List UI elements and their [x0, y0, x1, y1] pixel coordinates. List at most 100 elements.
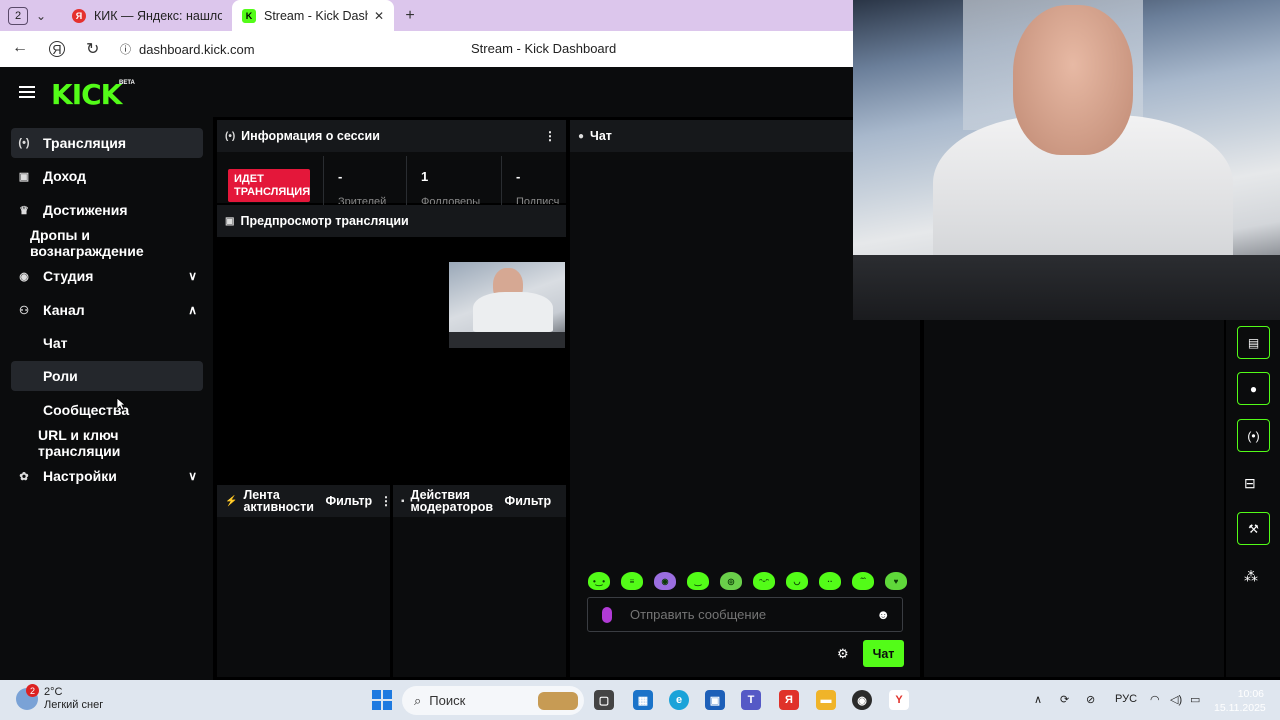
tools-button[interactable]: ⚒	[1237, 512, 1270, 545]
sidebar-item-channel[interactable]: ⚇ Канал ∧	[11, 295, 203, 325]
filter-button[interactable]: Фильтр	[325, 494, 372, 508]
emote-icon[interactable]: ◡	[786, 572, 808, 590]
back-icon[interactable]: ←	[12, 39, 28, 57]
stream-preview-video[interactable]	[449, 262, 565, 348]
new-tab-button[interactable]: +	[400, 6, 420, 26]
stat-subscribers: - Подписч	[501, 156, 566, 206]
clock[interactable]: 10:06 15.11.2025	[1214, 687, 1266, 715]
sidebar-item-label: Роли	[43, 368, 78, 384]
battery-icon[interactable]: ▭	[1190, 693, 1200, 706]
reload-icon[interactable]: ↻	[86, 39, 99, 59]
yandex-favicon-icon: Я	[72, 8, 86, 23]
emote-icon[interactable]: ◎	[720, 572, 742, 590]
tab-title: КИК — Яндекс: нашлось 9	[94, 8, 222, 23]
emote-icon[interactable]: ≡	[621, 572, 643, 590]
emote-icon[interactable]: ‿	[687, 572, 709, 590]
share-icon[interactable]: ⁂	[1244, 568, 1258, 585]
broadcast-toggle-button[interactable]: (•)	[1237, 419, 1270, 452]
sidebar-item-roles[interactable]: Роли	[11, 361, 203, 391]
sidebar-item-stream[interactable]: (•) Трансляция	[11, 128, 203, 158]
wifi-icon[interactable]: ◠	[1150, 693, 1160, 706]
panel-header: ▪ Действия модераторов Фильтр	[393, 485, 566, 517]
site-info-icon[interactable]: ⓘ	[120, 41, 131, 57]
yandex-app-icon[interactable]: Я	[779, 690, 799, 710]
taskbar-search[interactable]: ⌕ Поиск	[402, 686, 584, 715]
mouse-cursor-icon	[116, 397, 126, 411]
emote-icon[interactable]: •‿•	[588, 572, 610, 590]
teams-icon[interactable]: T	[741, 690, 761, 710]
activity-feed-panel: ⚡ Лента активности Фильтр ⋮	[217, 485, 392, 677]
gear-icon: ✿	[19, 470, 29, 483]
sidebar-item-chat[interactable]: Чат	[11, 328, 203, 358]
webcam-overlay	[853, 0, 1280, 320]
sidebar-item-label: Канал	[43, 302, 85, 318]
url-field[interactable]: ⓘ dashboard.kick.com	[120, 41, 255, 57]
chat-settings-icon[interactable]: ⚙	[837, 646, 849, 662]
menu-icon[interactable]	[19, 86, 35, 98]
yandex-browser-icon[interactable]: Y	[889, 690, 909, 710]
edge-icon[interactable]: e	[669, 690, 689, 710]
sidebar-item-income[interactable]: ▣ Доход	[11, 161, 203, 191]
sidebar-item-label: Студия	[43, 268, 94, 284]
chevron-up-icon: ∧	[188, 303, 197, 317]
language-indicator[interactable]: РУС	[1115, 693, 1137, 705]
network-off-icon[interactable]: ⊘	[1086, 693, 1095, 706]
widgets-icon[interactable]: ▦	[633, 690, 653, 710]
panel-header: ▣ Предпросмотр трансляции	[217, 205, 566, 237]
layout-icon[interactable]: ⊟	[1244, 475, 1256, 492]
obs-icon[interactable]: ◉	[852, 690, 872, 710]
emote-icon[interactable]: ᵔᵕᵔ	[753, 572, 775, 590]
tabs-dropdown-icon[interactable]: ⌄	[36, 9, 46, 23]
store-icon[interactable]: ▣	[705, 690, 725, 710]
microphone-icon[interactable]	[602, 606, 612, 623]
mod-actions-panel: ▪ Действия модераторов Фильтр	[393, 485, 566, 677]
chat-message-input[interactable]: ☻	[587, 597, 903, 632]
sidebar-item-achievements[interactable]: ♛ Достижения	[11, 195, 203, 225]
more-options-icon[interactable]: ⋮	[380, 494, 392, 508]
emote-icon[interactable]: ♥	[885, 572, 907, 590]
emote-icon[interactable]: ◉	[654, 572, 676, 590]
search-highlight-icon	[538, 691, 578, 710]
beta-badge: BETA	[119, 80, 135, 86]
sidebar-item-label: Доход	[43, 168, 87, 184]
volume-icon[interactable]: ◁)	[1170, 693, 1182, 706]
weather-temp: 2°C	[44, 686, 63, 698]
send-chat-button[interactable]: Чат	[863, 640, 904, 667]
weather-widget[interactable]: 2 2°C Легкий снег	[16, 684, 103, 712]
tray-chevron-icon[interactable]: ∧	[1034, 693, 1042, 706]
bolt-icon: ⚡	[225, 495, 238, 507]
task-view-icon[interactable]: ▢	[594, 690, 614, 710]
sidebar-item-stream-key[interactable]: URL и ключ трансляции	[11, 427, 203, 459]
document-icon: ▤	[1247, 335, 1260, 350]
close-tab-icon[interactable]: ✕	[374, 9, 384, 23]
notes-button[interactable]: ▤	[1237, 326, 1270, 359]
chat-toggle-button[interactable]: ●	[1237, 372, 1270, 405]
more-options-icon[interactable]: ⋮	[544, 129, 556, 143]
filter-button[interactable]: Фильтр	[505, 494, 552, 508]
sidebar-item-label: Чат	[43, 335, 68, 351]
chat-bubble-icon: ●	[578, 130, 585, 142]
yandex-icon[interactable]: Я	[49, 41, 65, 57]
sidebar-item-label: Трансляция	[43, 135, 127, 151]
browser-tab-yandex[interactable]: Я КИК — Яндекс: нашлось 9	[62, 0, 232, 31]
kick-logo[interactable]: KICK	[51, 78, 122, 111]
chat-input-field[interactable]	[630, 607, 860, 622]
stat-label: Зрителей	[338, 196, 387, 204]
emoji-icon[interactable]: ☻	[876, 607, 890, 622]
browser-tab-kick[interactable]: K Stream - Kick Dashboard ✕	[232, 0, 394, 31]
taskbar-search-label: Поиск	[429, 693, 466, 708]
windows-start-icon[interactable]	[372, 690, 392, 710]
sidebar-item-communities[interactable]: Сообщества	[11, 395, 203, 425]
tab-count[interactable]: 2	[8, 6, 28, 25]
emote-icon[interactable]: ˆˆ	[852, 572, 874, 590]
studio-icon: ◉	[19, 270, 29, 283]
sidebar-item-drops[interactable]: Дропы и вознаграждение	[11, 227, 203, 259]
sidebar-item-studio[interactable]: ◉ Студия ∨	[11, 261, 203, 291]
emote-icon[interactable]: ··	[819, 572, 841, 590]
chevron-down-icon: ∨	[188, 269, 197, 283]
sync-icon[interactable]: ⟳	[1060, 693, 1069, 706]
sidebar-item-settings[interactable]: ✿ Настройки ∨	[11, 461, 203, 491]
explorer-icon[interactable]: ▬	[816, 690, 836, 710]
chat-bubble-icon: ●	[1249, 381, 1258, 396]
stat-value: -	[338, 169, 343, 184]
